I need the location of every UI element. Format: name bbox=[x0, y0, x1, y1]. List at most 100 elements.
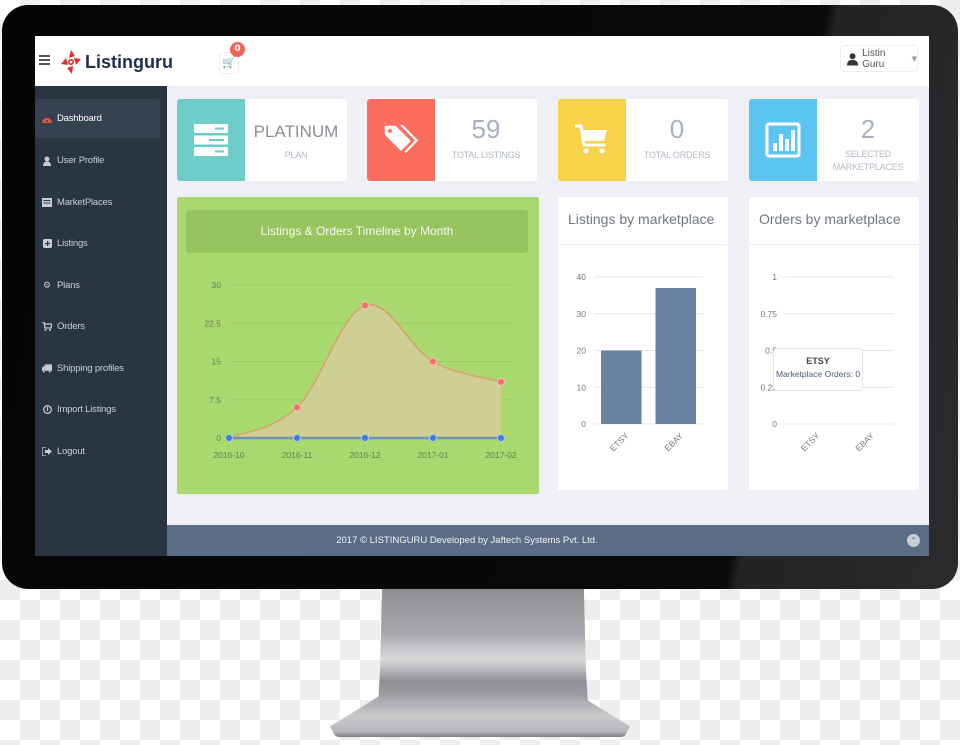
stat-icon-box bbox=[367, 99, 435, 181]
cart-icon: 🛒 bbox=[222, 56, 236, 69]
chevron-up-icon: ⌃ bbox=[910, 536, 917, 545]
y-tick-label: 22.5 bbox=[204, 318, 221, 328]
orders-by-marketplace-panel: Orders by marketplace 0 0.25 0.5 0.75 1 ETSY E… bbox=[749, 197, 919, 490]
sidebar-item-plans[interactable]: ⚙ Plans bbox=[35, 266, 160, 305]
x-tick-label: 2016-10 bbox=[213, 450, 244, 460]
brand-name: Listinguru bbox=[85, 51, 173, 72]
stat-card-plan: PLATINUM PLAN bbox=[177, 99, 347, 181]
listings-point bbox=[497, 377, 505, 386]
x-tick-label: 2016-12 bbox=[349, 450, 380, 460]
server-icon bbox=[194, 124, 228, 156]
x-tick-label: EBAY bbox=[662, 430, 685, 453]
x-tick-label: ETSY bbox=[799, 430, 822, 453]
y-tick-label: 20 bbox=[577, 346, 587, 356]
total-listings-label: TOTAL LISTINGS bbox=[451, 150, 521, 160]
tags-icon bbox=[383, 124, 418, 153]
y-tick-label: 30 bbox=[212, 280, 222, 290]
y-tick-label: 40 bbox=[577, 272, 587, 282]
user-icon bbox=[42, 156, 52, 166]
monitor-stand-neck bbox=[378, 585, 588, 705]
cart-icon bbox=[42, 322, 52, 332]
sidebar-item-logout[interactable]: Logout bbox=[35, 432, 160, 471]
app-screen: Listinguru 🛒 0 Listin Guru ▼ Dashboard U… bbox=[35, 36, 929, 556]
listings-point bbox=[361, 301, 369, 310]
orders-point bbox=[225, 434, 233, 442]
dashboard-icon bbox=[42, 114, 52, 124]
list-icon bbox=[42, 198, 52, 208]
user-menu-button[interactable]: Listin Guru ▼ bbox=[840, 45, 918, 72]
stat-icon-box bbox=[558, 99, 626, 181]
bar-etsy bbox=[601, 350, 642, 424]
timeline-chart: 0 7.5 15 22.5 30 2016-10 2016-11 2016-12 2017-01… bbox=[204, 280, 516, 460]
plan-label: PLAN bbox=[284, 150, 308, 160]
plan-value: PLATINUM bbox=[253, 122, 339, 141]
x-tick-label: 2017-01 bbox=[417, 450, 448, 460]
footer-copyright: 2017 © LISTINGURU Developed by Jaftech S… bbox=[336, 535, 598, 546]
sidebar: Dashboard User Profile MarketPlaces List… bbox=[35, 86, 167, 556]
sidebar-item-listings[interactable]: Listings bbox=[35, 224, 160, 263]
y-tick-label: 0 bbox=[581, 419, 586, 429]
y-tick-label: 0.75 bbox=[760, 309, 777, 319]
orders-bar-chart: 00.250.50.751ETSY EBAY bbox=[760, 272, 894, 453]
tooltip-body: Marketplace Orders: 0 bbox=[775, 369, 861, 379]
orders-point bbox=[293, 434, 301, 442]
orders-point bbox=[497, 434, 505, 442]
sidebar-item-import-listings[interactable]: Import Listings bbox=[35, 390, 160, 429]
y-tick-label: 1 bbox=[772, 272, 777, 282]
timeline-panel: Listings & Orders Timeline by Month 0 7.5… bbox=[177, 197, 539, 494]
gear-icon: ⚙ bbox=[42, 280, 52, 291]
stat-icon-box bbox=[749, 99, 817, 181]
logout-icon bbox=[42, 447, 52, 457]
monitor-stand-base bbox=[330, 695, 630, 737]
listinguru-logo-icon bbox=[61, 50, 81, 74]
total-listings-value: 59 bbox=[471, 114, 501, 144]
x-tick-label: 2017-02 bbox=[485, 450, 516, 460]
listings-point bbox=[293, 403, 301, 412]
sidebar-item-user-profile[interactable]: User Profile bbox=[35, 141, 160, 180]
user-avatar-icon bbox=[847, 52, 859, 65]
orders-point bbox=[361, 434, 369, 442]
bar-chart-icon bbox=[765, 122, 801, 158]
bar-ebay bbox=[655, 288, 696, 424]
top-navbar: Listinguru 🛒 0 Listin Guru ▼ bbox=[35, 36, 929, 86]
menu-toggle-icon[interactable] bbox=[39, 55, 50, 65]
cart-count-badge: 0 bbox=[230, 42, 245, 57]
x-tick-label: 2016-11 bbox=[282, 450, 313, 460]
tooltip-title: ETSY bbox=[806, 356, 830, 366]
total-orders-label: TOTAL ORDERS bbox=[643, 150, 711, 160]
selected-marketplaces-label: SELECTED MARKETPLACES bbox=[832, 149, 904, 172]
orders-point bbox=[429, 434, 437, 442]
footer: 2017 © LISTINGURU Developed by Jaftech S… bbox=[167, 525, 929, 556]
y-tick-label: 7.5 bbox=[209, 395, 221, 405]
total-orders-value: 0 bbox=[669, 114, 685, 144]
listings-by-marketplace-panel: Listings by marketplace 0 10 20 30 40 ETSY EBA… bbox=[558, 197, 728, 490]
sidebar-item-marketplaces[interactable]: MarketPlaces bbox=[35, 183, 160, 222]
import-icon bbox=[42, 405, 52, 415]
user-name: Listin Guru bbox=[862, 47, 886, 70]
brand-logo[interactable]: Listinguru bbox=[59, 49, 173, 75]
truck-icon bbox=[42, 364, 52, 374]
stat-card-selected-marketplaces: 2 SELECTED MARKETPLACES bbox=[749, 99, 919, 181]
listings-bar-chart: 0 10 20 30 40 ETSY EBAY bbox=[577, 272, 703, 453]
cart-icon bbox=[575, 124, 607, 154]
x-tick-label: EBAY bbox=[853, 430, 876, 453]
sidebar-item-shipping-profiles[interactable]: Shipping profiles bbox=[35, 349, 160, 388]
listings-area bbox=[229, 304, 501, 438]
y-tick-label: 30 bbox=[577, 309, 587, 319]
sidebar-item-dashboard[interactable]: Dashboard bbox=[35, 99, 160, 138]
y-tick-label: 10 bbox=[577, 382, 587, 392]
stat-card-total-orders: 0 TOTAL ORDERS bbox=[558, 99, 728, 181]
listings-point bbox=[429, 357, 437, 366]
stat-card-total-listings: 59 TOTAL LISTINGS bbox=[367, 99, 537, 181]
stat-icon-box bbox=[177, 99, 245, 181]
y-tick-label: 15 bbox=[212, 357, 222, 367]
y-tick-label: 0 bbox=[772, 419, 777, 429]
selected-marketplaces-value: 2 bbox=[860, 114, 876, 144]
scroll-to-top-button[interactable]: ⌃ bbox=[907, 534, 920, 547]
y-tick-label: 0 bbox=[216, 433, 221, 443]
x-tick-label: ETSY bbox=[608, 430, 631, 453]
sidebar-item-orders[interactable]: Orders bbox=[35, 307, 160, 346]
plus-square-icon bbox=[42, 239, 52, 249]
chart-tooltip: ETSY Marketplace Orders: 0 bbox=[773, 348, 863, 391]
chevron-down-icon: ▼ bbox=[911, 54, 917, 63]
